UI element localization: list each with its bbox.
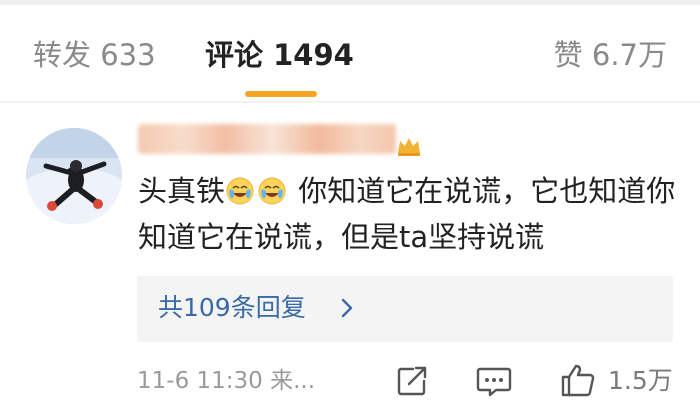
tab-repost[interactable]: 转发 633	[33, 38, 156, 72]
tabs-divider	[0, 101, 700, 103]
crown-icon	[398, 138, 420, 156]
tab-like[interactable]: 赞 6.7万	[554, 38, 667, 72]
username-redacted[interactable]	[138, 124, 396, 154]
comment-time-source: 11-6 11:30 来...	[137, 368, 316, 394]
replies-count-link[interactable]: 共109条回复	[158, 292, 306, 324]
chevron-right-icon	[341, 298, 353, 318]
avatar[interactable]	[26, 128, 122, 224]
comment-icon[interactable]	[476, 366, 512, 398]
crying-laughing-emoji-icon	[258, 177, 286, 205]
thumbs-up-icon[interactable]	[560, 362, 596, 398]
crying-laughing-emoji-icon	[226, 177, 254, 205]
replies-box[interactable]: 共109条回复	[137, 276, 673, 342]
comment-tabs: 转发 633 评论 1494 赞 6.7万	[0, 5, 700, 102]
active-tab-indicator	[245, 91, 317, 97]
comment-text-start: 头真铁	[138, 174, 226, 208]
comment-text: 头真铁 你知道它在说谎，它也知道你知道它在说谎，但是ta坚持说谎	[138, 168, 678, 260]
share-icon[interactable]	[395, 364, 429, 398]
tab-comment[interactable]: 评论 1494	[205, 38, 354, 72]
like-count: 1.5万	[608, 366, 673, 395]
